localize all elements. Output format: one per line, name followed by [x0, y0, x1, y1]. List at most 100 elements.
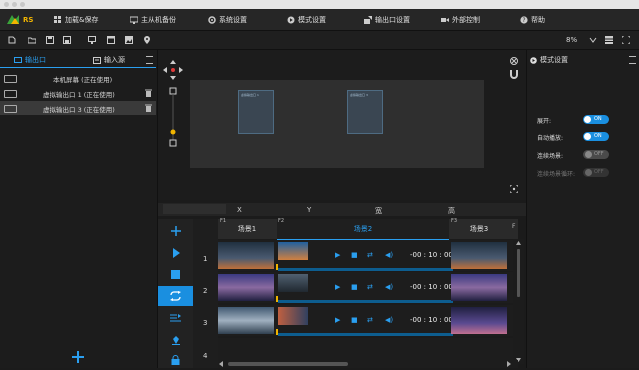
menu-system-settings[interactable]: 系统设置 [208, 14, 247, 25]
play-icon[interactable]: ▶ [335, 316, 340, 324]
image-icon[interactable] [125, 36, 133, 44]
menu-backup[interactable]: 主从机备份 [130, 14, 176, 25]
scene-tab[interactable]: F3 场景3 [450, 218, 508, 239]
trash-icon[interactable] [145, 89, 152, 97]
list-order-icon [170, 314, 181, 322]
play-circle-icon [287, 16, 295, 23]
output-panel: 输出口 输入源 本机屏幕 (正在使用) 虚拟输出口 1 (正在使用) 虚拟输出口… [0, 50, 158, 368]
output-row-selected[interactable]: 虚拟输出口 3 (正在使用) [0, 101, 156, 115]
scene-thumbnail[interactable] [218, 242, 274, 269]
volume-icon[interactable]: ◀) [385, 251, 393, 259]
clip-thumbnail[interactable] [278, 274, 308, 292]
autoplay-toggle[interactable]: ON [583, 132, 609, 141]
scene-thumbnail[interactable] [218, 274, 274, 301]
scene-thumbnail[interactable] [451, 274, 507, 301]
save-icon[interactable] [46, 36, 54, 44]
tab-input[interactable]: 输入源 [93, 55, 125, 65]
stop-icon[interactable]: ■ [351, 251, 358, 259]
scene-thumbnail[interactable] [218, 307, 274, 334]
scene-tab-active[interactable]: F2 场景2 [277, 218, 449, 241]
trash-icon[interactable] [145, 104, 152, 112]
output-window[interactable]: 虚拟输出口 3 [347, 90, 383, 134]
new-file-icon[interactable] [8, 36, 16, 44]
fit-screen-icon[interactable] [622, 36, 630, 44]
name-field[interactable] [163, 204, 226, 214]
sequence-button[interactable] [158, 308, 193, 328]
fullscreen-icon[interactable] [510, 185, 518, 193]
output-row[interactable]: 虚拟输出口 1 (正在使用) [0, 86, 156, 100]
horizontal-scrollbar[interactable] [218, 360, 518, 368]
lock-button[interactable] [158, 350, 193, 370]
stop-icon[interactable]: ■ [351, 283, 358, 291]
continuous-scene-label: 连续场景: [537, 153, 564, 160]
add-output-icon[interactable] [72, 351, 84, 363]
fill-button[interactable] [158, 330, 193, 350]
preview-canvas[interactable]: 虚拟输出口 1 虚拟输出口 3 [190, 80, 484, 168]
close-preview-icon[interactable] [510, 57, 518, 65]
continuous-scene-toggle[interactable]: OFF [583, 150, 609, 159]
tab-output[interactable]: 输出口 [14, 55, 46, 65]
timeline-tools [158, 219, 193, 368]
playhead-marker[interactable] [276, 329, 278, 335]
clip-thumbnail[interactable] [278, 242, 308, 260]
play-button[interactable] [158, 243, 193, 263]
menu-external-control[interactable]: 外部控制 [441, 14, 480, 25]
toggle-state: OFF [594, 169, 604, 175]
output-window[interactable]: 虚拟输出口 1 [238, 90, 274, 134]
layers-icon[interactable] [605, 36, 613, 44]
menu-output-settings[interactable]: 输出口设置 [364, 14, 410, 25]
loop-icon[interactable]: ⇄ [367, 283, 373, 291]
loop-icon[interactable]: ⇄ [367, 251, 373, 259]
play-icon[interactable]: ▶ [335, 251, 340, 259]
add-scene-button[interactable] [158, 221, 193, 241]
stop-button[interactable] [158, 264, 193, 284]
zoom-slider[interactable] [163, 60, 183, 152]
plus-icon [170, 226, 181, 236]
playhead-marker[interactable] [276, 264, 278, 270]
open-folder-icon[interactable] [28, 36, 36, 44]
zoom-dot[interactable] [20, 2, 25, 7]
playhead-marker[interactable] [276, 296, 278, 302]
loop-icon[interactable]: ⇄ [367, 316, 373, 324]
loop-button[interactable] [158, 286, 193, 306]
expand-toggle[interactable]: ON [583, 115, 609, 124]
stop-icon [171, 269, 180, 279]
track-row[interactable]: ▶ ■ ⇄ ◀) -00 : 10 : 00 [218, 272, 518, 303]
volume-icon[interactable]: ◀) [385, 283, 393, 291]
scene-tab[interactable]: F1 场景1 [218, 218, 276, 239]
toggle-state: ON [594, 133, 602, 139]
monitor-icon [4, 90, 17, 98]
scene-thumbnail[interactable] [451, 242, 507, 269]
vertical-scrollbar[interactable] [513, 239, 524, 364]
play-icon[interactable]: ▶ [335, 283, 340, 291]
stop-icon[interactable]: ■ [351, 316, 358, 324]
save-as-icon[interactable] [63, 36, 71, 44]
location-pin-icon[interactable] [143, 36, 151, 44]
menu-load-save[interactable]: 加载&保存 [54, 14, 98, 25]
screen-icon[interactable] [88, 36, 96, 44]
track-row[interactable]: ▶ ■ ⇄ ◀) -00 : 10 : 00 [218, 240, 518, 271]
menu-mode-settings[interactable]: 模式设置 [287, 14, 326, 25]
row-numbers: 1 2 3 4 [193, 219, 218, 368]
menu-lines-icon[interactable] [629, 56, 636, 64]
clip-thumbnail[interactable] [278, 307, 308, 325]
scene-thumbnail[interactable] [451, 307, 507, 334]
menu-lines-icon[interactable] [146, 56, 153, 64]
output-label: 本机屏幕 (正在使用) [53, 76, 113, 84]
menu-help[interactable]: ? 帮助 [520, 14, 545, 25]
progress-bar [278, 300, 453, 303]
volume-icon[interactable]: ◀) [385, 316, 393, 324]
close-dot[interactable] [4, 2, 9, 7]
chevron-down-icon[interactable] [589, 36, 597, 44]
progress-bar [278, 333, 453, 336]
row-number: 2 [203, 287, 208, 295]
track-row-empty[interactable] [218, 338, 518, 360]
track-row[interactable]: ▶ ■ ⇄ ◀) -00 : 10 : 00 [218, 305, 518, 336]
window-icon[interactable] [107, 36, 115, 44]
output-row[interactable]: 本机屏幕 (正在使用) [0, 71, 156, 85]
grid-icon [54, 15, 61, 23]
zoom-level: 8% [566, 36, 578, 44]
minimize-dot[interactable] [12, 2, 17, 7]
continuous-loop-toggle[interactable]: OFF [583, 168, 609, 177]
magnet-icon[interactable] [510, 70, 518, 79]
